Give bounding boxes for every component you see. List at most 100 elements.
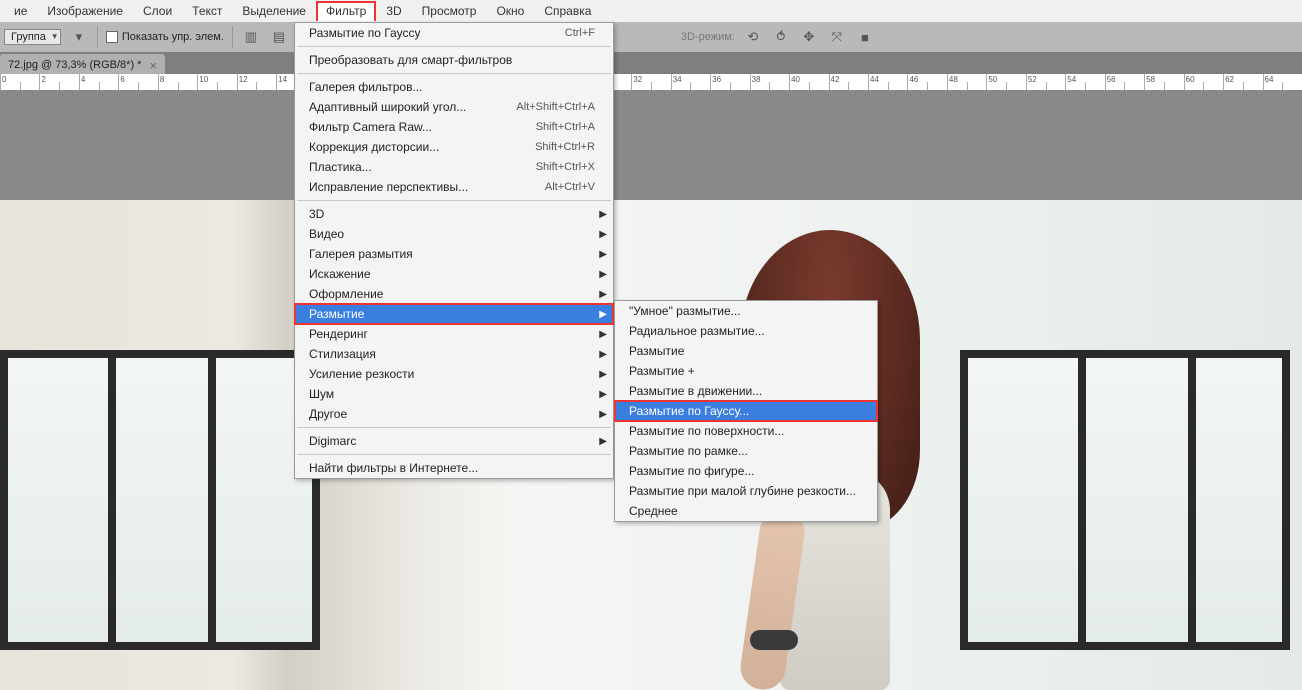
menu-ие[interactable]: ие [4,1,37,21]
menu-просмотр[interactable]: Просмотр [412,1,487,21]
menu-item-label: Размытие по фигуре... [629,464,754,478]
menu-item-label: Найти фильтры в Интернете... [309,461,478,475]
ruler-number: 32 [633,75,642,84]
blur-submenu-item-6[interactable]: Размытие по поверхности... [615,421,877,441]
menu-3d[interactable]: 3D [376,1,411,21]
submenu-arrow-icon: ▶ [599,409,607,420]
menu-изображение[interactable]: Изображение [37,1,133,21]
submenu-arrow-icon: ▶ [599,229,607,240]
menu-item-label: Среднее [629,504,678,518]
filter-menu-item-6[interactable]: Фильтр Camera Raw...Shift+Ctrl+A [295,117,613,137]
menu-слои[interactable]: Слои [133,1,182,21]
align-left-icon[interactable]: ▥ [241,27,261,47]
menu-separator [297,454,611,455]
menu-item-label: Галерея фильтров... [309,80,422,94]
camera-icon[interactable]: ■ [855,27,875,47]
filter-menu-item-11[interactable]: 3D▶ [295,204,613,224]
menu-item-label: Адаптивный широкий угол... [309,100,466,114]
ruler-number: 36 [712,75,721,84]
blur-submenu-item-4[interactable]: Размытие в движении... [615,381,877,401]
filter-menu-item-13[interactable]: Галерея размытия ▶ [295,244,613,264]
filter-menu-item-5[interactable]: Адаптивный широкий угол... Alt+Shift+Ctrl… [295,97,613,117]
blur-submenu-item-10[interactable]: Среднее [615,501,877,521]
blur-submenu-item-3[interactable]: Размытие + [615,361,877,381]
options-bar: Группа ▾ Показать упр. элем. ▥ ▤ ▦ 3D-ре… [0,22,1302,52]
ruler-number: 48 [949,75,958,84]
checkbox-box[interactable] [106,31,118,43]
menu-item-label: Галерея размытия [309,247,413,261]
menu-item-label: Размытие [309,307,364,321]
photo-bracelet [750,630,798,650]
roll-icon[interactable]: ⥀ [771,27,791,47]
orbit-icon[interactable]: ⟲ [743,27,763,47]
filter-menu-item-9[interactable]: Исправление перспективы...Alt+Ctrl+V [295,177,613,197]
filter-menu-item-12[interactable]: Видео▶ [295,224,613,244]
menu-item-label: Коррекция дисторсии... [309,140,439,154]
ruler-number: 54 [1067,75,1076,84]
separator [232,26,233,48]
menu-separator [297,73,611,74]
document-tab[interactable]: 72.jpg @ 73,3% (RGB/8*) * × [0,54,165,74]
menu-item-shortcut: Alt+Shift+Ctrl+A [516,101,595,113]
align-center-icon[interactable]: ▤ [269,27,289,47]
filter-menu-item-7[interactable]: Коррекция дисторсии...Shift+Ctrl+R [295,137,613,157]
blur-submenu-item-0[interactable]: "Умное" размытие... [615,301,877,321]
blur-submenu-item-2[interactable]: Размытие [615,341,877,361]
slide-icon[interactable]: ⤧ [827,27,847,47]
blur-submenu-item-8[interactable]: Размытие по фигуре... [615,461,877,481]
menubar: иеИзображениеСлоиТекстВыделениеФильтр3DП… [0,0,1302,22]
document-tab-title: 72.jpg @ 73,3% (RGB/8*) * [8,59,141,71]
filter-menu-item-25[interactable]: Найти фильтры в Интернете... [295,458,613,478]
filter-menu-item-16[interactable]: Размытие ▶ [295,304,613,324]
submenu-arrow-icon: ▶ [599,329,607,340]
filter-menu-item-0[interactable]: Размытие по ГауссуCtrl+F [295,23,613,43]
menu-item-label: Стилизация [309,347,376,361]
filter-menu-item-20[interactable]: Шум▶ [295,384,613,404]
window-mullion [1078,358,1086,642]
filter-menu-item-14[interactable]: Искажение▶ [295,264,613,284]
menu-текст[interactable]: Текст [182,1,232,21]
blur-submenu-item-9[interactable]: Размытие при малой глубине резкости... [615,481,877,501]
ruler-number: 44 [870,75,879,84]
menu-separator [297,200,611,201]
ruler-number: 0 [2,75,6,84]
filter-menu-item-21[interactable]: Другое▶ [295,404,613,424]
menu-окно[interactable]: Окно [486,1,534,21]
dropdown-arrow-icon[interactable]: ▾ [69,27,89,47]
submenu-arrow-icon: ▶ [599,309,607,320]
menu-item-label: 3D [309,207,324,221]
ruler-number: 64 [1265,75,1274,84]
menu-справка[interactable]: Справка [534,1,601,21]
menu-item-label: Размытие по Гауссу... [629,404,749,418]
ruler-number: 8 [160,75,164,84]
filter-menu-item-2[interactable]: Преобразовать для смарт-фильтров [295,50,613,70]
filter-menu-item-15[interactable]: Оформление ▶ [295,284,613,304]
blur-submenu-item-7[interactable]: Размытие по рамке... [615,441,877,461]
ruler-number: 56 [1107,75,1116,84]
ruler-number: 12 [239,75,248,84]
filter-menu-item-4[interactable]: Галерея фильтров... [295,77,613,97]
pan-icon[interactable]: ✥ [799,27,819,47]
menu-item-label: Радиальное размытие... [629,324,765,338]
close-icon[interactable]: × [149,58,157,73]
menu-item-label: Усиление резкости [309,367,414,381]
filter-menu-item-8[interactable]: Пластика...Shift+Ctrl+X [295,157,613,177]
show-controls-checkbox[interactable]: Показать упр. элем. [106,31,224,43]
filter-menu-item-23[interactable]: Digimarc▶ [295,431,613,451]
submenu-arrow-icon: ▶ [599,289,607,300]
filter-menu-item-17[interactable]: Рендеринг▶ [295,324,613,344]
ruler-number: 50 [988,75,997,84]
filter-menu-item-19[interactable]: Усиление резкости▶ [295,364,613,384]
filter-menu-item-18[interactable]: Стилизация▶ [295,344,613,364]
submenu-arrow-icon: ▶ [599,249,607,260]
menu-item-label: Оформление [309,287,383,301]
3d-mode-label: 3D-режим: [681,31,735,43]
blur-submenu-item-5[interactable]: Размытие по Гауссу... [615,401,877,421]
blur-submenu-item-1[interactable]: Радиальное размытие... [615,321,877,341]
ruler-number: 10 [199,75,208,84]
group-mode-dropdown[interactable]: Группа [4,29,61,45]
filter-menu: Размытие по ГауссуCtrl+F Преобразовать дл… [294,22,614,479]
menu-фильтр[interactable]: Фильтр [316,1,376,21]
menu-выделение[interactable]: Выделение [232,1,316,21]
separator [97,26,98,48]
